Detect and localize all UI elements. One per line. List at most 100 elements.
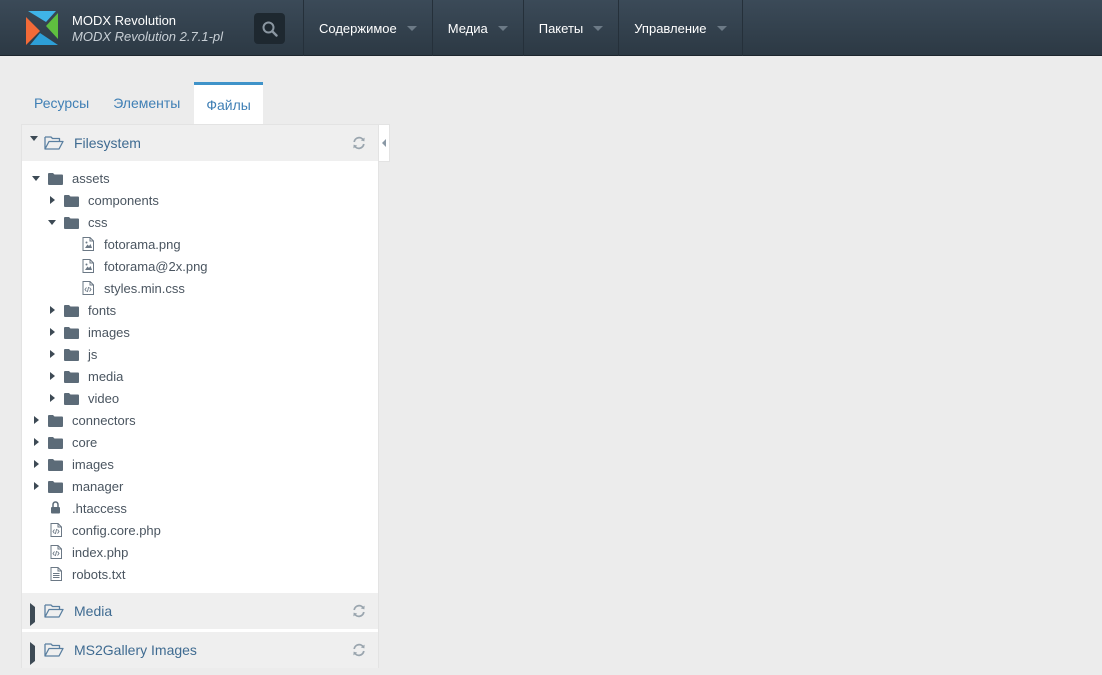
caret-right-icon bbox=[49, 394, 55, 402]
folder-icon bbox=[64, 393, 79, 405]
source-toggle[interactable] bbox=[30, 136, 38, 156]
nav-item-2[interactable]: Пакеты bbox=[522, 0, 619, 56]
folder-icon bbox=[64, 195, 79, 207]
collapse-panel-button[interactable] bbox=[379, 124, 390, 162]
caret-down-icon bbox=[32, 175, 40, 181]
tree-node[interactable]: .htaccess bbox=[22, 497, 378, 519]
nav-item-0[interactable]: Содержимое bbox=[303, 0, 432, 56]
refresh-icon bbox=[353, 604, 365, 618]
image-file-icon bbox=[82, 259, 94, 273]
media-source-2[interactable]: MS2Gallery Images bbox=[22, 632, 378, 668]
top-bar: MODX Revolution MODX Revolution 2.7.1-pl… bbox=[0, 0, 1102, 56]
tree-node-label: css bbox=[88, 214, 108, 230]
refresh-button[interactable] bbox=[352, 604, 366, 621]
tree-node-label: video bbox=[88, 390, 120, 406]
nav-item-3[interactable]: Управление bbox=[618, 0, 743, 56]
tree-toggle[interactable] bbox=[31, 437, 41, 447]
tree-node[interactable]: images bbox=[22, 453, 378, 475]
caret-right-icon bbox=[30, 603, 35, 626]
tree-node[interactable]: connectors bbox=[22, 409, 378, 431]
tree-node[interactable]: styles.min.css bbox=[22, 277, 378, 299]
tree-node-label: config.core.php bbox=[72, 522, 161, 538]
tree-node[interactable]: core bbox=[22, 431, 378, 453]
media-source-1[interactable]: Media bbox=[22, 593, 378, 629]
folder-open-icon bbox=[44, 136, 64, 150]
brand-name: MODX Revolution bbox=[72, 13, 177, 28]
tree-node-label: index.php bbox=[72, 544, 129, 560]
caret-right-icon bbox=[49, 306, 55, 314]
tree-node[interactable]: components bbox=[22, 189, 378, 211]
media-source-label: Filesystem bbox=[74, 135, 141, 151]
refresh-button[interactable] bbox=[352, 643, 366, 660]
tree-node[interactable]: fotorama.png bbox=[22, 233, 378, 255]
tab-2[interactable]: Файлы bbox=[194, 82, 263, 124]
tree-toggle[interactable] bbox=[31, 459, 41, 469]
folder-icon bbox=[64, 217, 79, 229]
tree-node-label: core bbox=[72, 434, 98, 450]
tree-toggle[interactable] bbox=[31, 173, 41, 183]
source-toggle[interactable] bbox=[30, 642, 35, 665]
caret-right-icon bbox=[30, 642, 35, 665]
files-panel: assets components css fotorama.png fotorama@… bbox=[21, 124, 379, 668]
tree-node-label: styles.min.css bbox=[104, 280, 185, 296]
code-file-icon bbox=[50, 545, 62, 559]
caret-right-icon bbox=[49, 328, 55, 336]
nav-item-label: Пакеты bbox=[538, 20, 584, 36]
tree-node[interactable]: robots.txt bbox=[22, 563, 378, 585]
tree-node[interactable]: index.php bbox=[22, 541, 378, 563]
modx-logo-icon[interactable] bbox=[24, 9, 62, 47]
caret-right-icon bbox=[33, 460, 39, 468]
media-source-0[interactable]: Filesystem bbox=[22, 125, 378, 161]
main-nav: Содержимое Медиа Пакеты Управление bbox=[303, 0, 743, 56]
refresh-icon bbox=[353, 136, 365, 150]
tree-toggle[interactable] bbox=[47, 371, 57, 381]
nav-item-label: Управление bbox=[634, 20, 707, 36]
tree-toggle[interactable] bbox=[31, 481, 41, 491]
tree-toggle[interactable] bbox=[47, 195, 57, 205]
caret-down-icon bbox=[406, 25, 417, 31]
left-tabs: Ресурсы Элементы Файлы bbox=[22, 82, 263, 124]
code-file-icon bbox=[82, 281, 94, 295]
folder-icon bbox=[48, 173, 63, 185]
folder-icon bbox=[48, 459, 63, 471]
tree-node[interactable]: fonts bbox=[22, 299, 378, 321]
tree-node[interactable]: fotorama@2x.png bbox=[22, 255, 378, 277]
folder-icon bbox=[48, 415, 63, 427]
refresh-button[interactable] bbox=[352, 136, 366, 153]
tree-node[interactable]: js bbox=[22, 343, 378, 365]
nav-item-label: Медиа bbox=[447, 20, 488, 36]
folder-open-icon bbox=[44, 604, 64, 618]
tree-node[interactable]: manager bbox=[22, 475, 378, 497]
tree-node[interactable]: video bbox=[22, 387, 378, 409]
tab-0[interactable]: Ресурсы bbox=[22, 82, 101, 124]
source-toggle[interactable] bbox=[30, 603, 35, 626]
tree-toggle[interactable] bbox=[47, 327, 57, 337]
tree-toggle[interactable] bbox=[47, 217, 57, 227]
tree-toggle[interactable] bbox=[47, 349, 57, 359]
caret-right-icon bbox=[49, 196, 55, 204]
tree-node-label: assets bbox=[72, 170, 110, 186]
tree-toggle[interactable] bbox=[47, 305, 57, 315]
chevron-left-icon bbox=[382, 139, 386, 147]
tab-1[interactable]: Элементы bbox=[101, 82, 192, 124]
caret-right-icon bbox=[49, 372, 55, 380]
search-button[interactable] bbox=[254, 13, 285, 44]
tree-node-label: connectors bbox=[72, 412, 136, 428]
tree-node-label: fotorama.png bbox=[104, 236, 181, 252]
tree-node[interactable]: assets bbox=[22, 167, 378, 189]
tree-node-label: robots.txt bbox=[72, 566, 126, 582]
folder-icon bbox=[64, 371, 79, 383]
tree-node[interactable]: images bbox=[22, 321, 378, 343]
tree-node-label: fotorama@2x.png bbox=[104, 258, 208, 274]
caret-down-icon bbox=[30, 136, 38, 156]
tree-node[interactable]: css bbox=[22, 211, 378, 233]
tree-node-label: images bbox=[88, 324, 130, 340]
tree-node[interactable]: media bbox=[22, 365, 378, 387]
caret-down-icon bbox=[497, 25, 508, 31]
tree-node[interactable]: config.core.php bbox=[22, 519, 378, 541]
refresh-icon bbox=[353, 643, 365, 657]
folder-icon bbox=[64, 327, 79, 339]
tree-toggle[interactable] bbox=[47, 393, 57, 403]
tree-toggle[interactable] bbox=[31, 415, 41, 425]
nav-item-1[interactable]: Медиа bbox=[431, 0, 523, 56]
